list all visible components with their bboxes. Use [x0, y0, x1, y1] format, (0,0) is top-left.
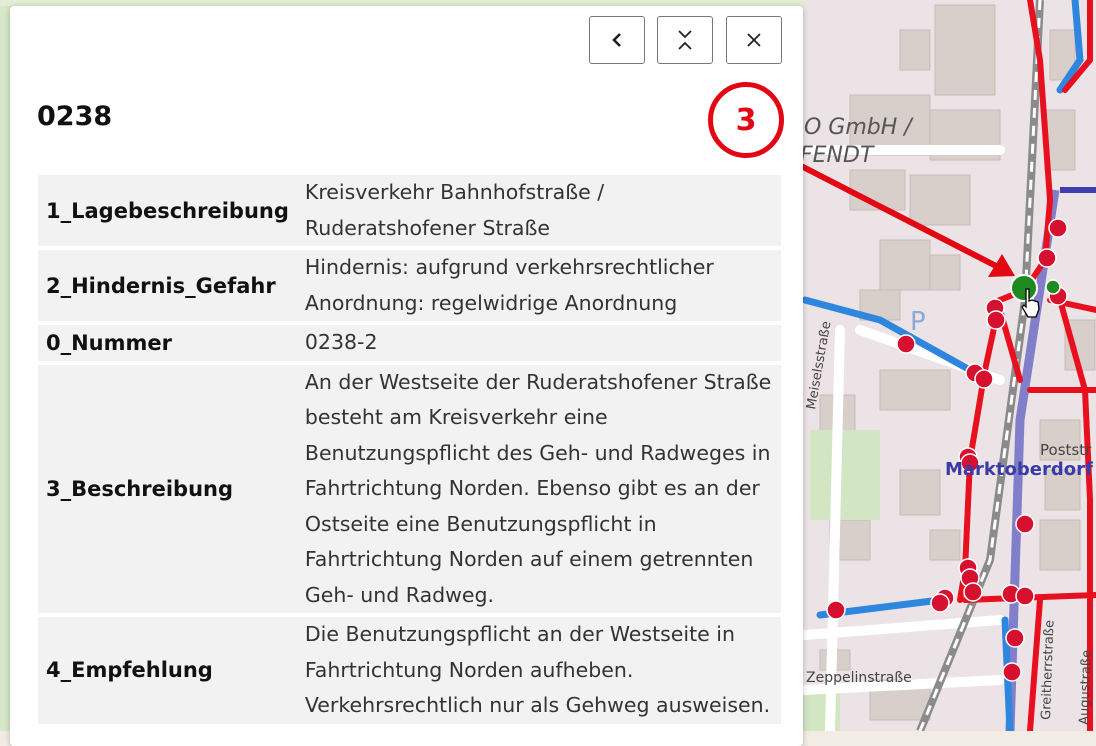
- attribute-value: 0238-2: [296, 325, 781, 361]
- table-row: 1_Lagebeschreibung Kreisverkehr Bahnhofst…: [38, 175, 781, 246]
- callout-badge: 3: [708, 82, 784, 158]
- attribute-value-line: Fahrtrichtung Norden. Ebenso gibt es an …: [304, 476, 760, 500]
- attribute-value-line: Verkehrsrechtlich nur als Gehweg ausweis…: [304, 693, 771, 717]
- collapse-icon: [678, 30, 692, 50]
- attribute-value-line: Geh- und Radweg.: [304, 582, 495, 607]
- attribute-key: 4_Empfehlung: [38, 617, 297, 724]
- close-icon: [747, 33, 761, 47]
- collapse-button[interactable]: [657, 16, 713, 64]
- attribute-value-line: Ruderatshofener Straße: [304, 215, 551, 240]
- map-label-company: O GmbH /: [804, 115, 914, 140]
- attribute-key: 2_Hindernis_Gefahr: [38, 250, 297, 321]
- selected-marker[interactable]: [1010, 274, 1038, 302]
- table-row: 3_Beschreibung An der Westseite der Ruder…: [38, 364, 781, 613]
- attribute-value: Hindernis: aufgrund verkehrsrechtlicher A…: [296, 250, 781, 321]
- feature-info-popup: 0238 1_Lagebeschreibung Kreisverkehr Bahn…: [10, 6, 803, 746]
- chevron-left-icon: [612, 33, 621, 47]
- attribute-key: 0_Nummer: [38, 325, 297, 361]
- table-row: 4_Empfehlung Die Benutzungspflicht an der…: [38, 617, 781, 724]
- attribute-value: Die Benutzungspflicht an der Westseite i…: [296, 617, 781, 724]
- attribute-value-line: Benutzungspflicht des Geh- und Radweges …: [304, 440, 771, 465]
- back-button[interactable]: [589, 16, 645, 64]
- attribute-value-line: besteht am Kreisverkehr eine: [304, 405, 608, 429]
- attribute-value-line: Kreisverkehr Bahnhofstraße /: [304, 180, 605, 204]
- attribute-value: Kreisverkehr Bahnhofstraße / Ruderatshofe…: [296, 175, 781, 246]
- attribute-value-line: Die Benutzungspflicht an der Westseite i…: [304, 622, 735, 646]
- attribute-key: 3_Beschreibung: [38, 364, 297, 613]
- map-label-town: Marktoberdorf: [945, 459, 1093, 480]
- map-label-street: Poststr: [1040, 441, 1092, 459]
- map-label-street: Augustraße: [1077, 650, 1095, 725]
- attribute-value-line: Anordnung: regelwidrige Anordnung: [304, 290, 678, 315]
- table-row: 2_Hindernis_Gefahr Hindernis: aufgrund ve…: [38, 250, 781, 321]
- attribute-value-line: Ostseite eine Benutzungspflicht in: [304, 511, 657, 536]
- attribute-value: An der Westseite der Ruderatshofener Str…: [296, 364, 781, 613]
- map-label-company: FENDT: [800, 143, 875, 168]
- attribute-value-line: An der Westseite der Ruderatshofener Str…: [304, 369, 772, 394]
- attribute-key: 1_Lagebeschreibung: [38, 175, 297, 246]
- attribute-value-line: Fahrtrichtung Norden aufheben.: [304, 657, 634, 682]
- attribute-value-line: Hindernis: aufgrund verkehrsrechtlicher: [304, 255, 714, 279]
- close-button[interactable]: [726, 16, 782, 64]
- attribute-value-line: Fahrtrichtung Norden auf einem getrennte…: [304, 547, 754, 571]
- map-label-street: Zeppelinstraße: [806, 670, 912, 686]
- map-label-parking: P: [910, 307, 926, 337]
- attribute-table: 1_Lagebeschreibung Kreisverkehr Bahnhofst…: [38, 171, 781, 728]
- popup-title: 0238: [37, 101, 113, 132]
- attribute-value-line: 0238-2: [304, 330, 378, 354]
- table-row: 0_Nummer 0238-2: [38, 325, 781, 361]
